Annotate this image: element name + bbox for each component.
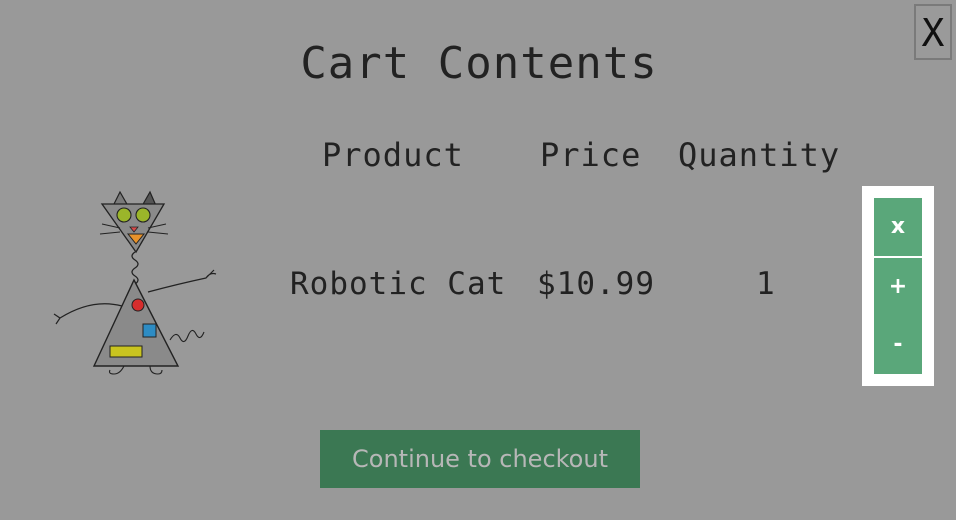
cart-item-quantity: 1 xyxy=(756,266,776,302)
quantity-controls-panel: x + - xyxy=(862,186,934,386)
remove-item-button[interactable]: x xyxy=(874,198,922,256)
cart-item-product-name: Robotic Cat xyxy=(290,266,507,302)
increase-quantity-button[interactable]: + xyxy=(874,258,922,316)
column-header-price: Price xyxy=(540,136,642,174)
continue-to-checkout-button[interactable]: Continue to checkout xyxy=(320,430,640,488)
column-header-product: Product xyxy=(322,136,464,174)
page-title: Cart Contents xyxy=(300,38,658,89)
column-header-quantity: Quantity xyxy=(678,136,841,174)
decrease-quantity-button[interactable]: - xyxy=(874,316,922,374)
cart-item-price: $10.99 xyxy=(537,266,655,302)
robotic-cat-image xyxy=(32,180,248,390)
